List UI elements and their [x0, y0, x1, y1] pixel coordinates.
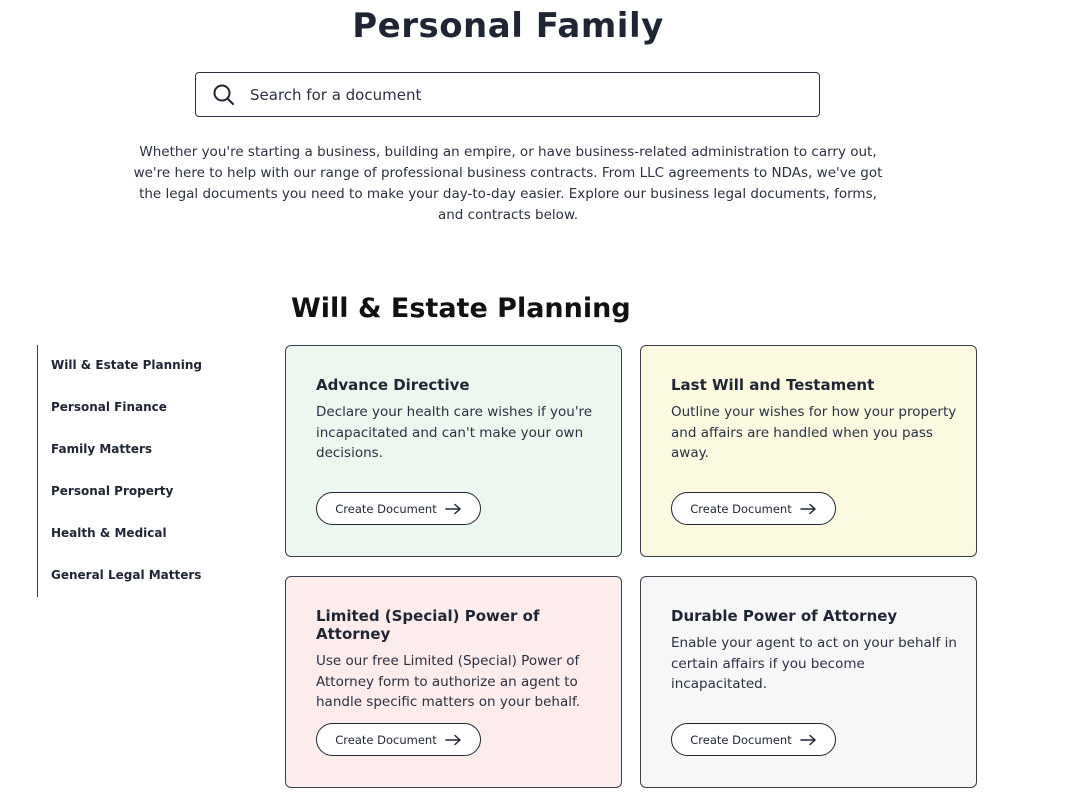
card-description: Use our free Limited (Special) Power of …	[316, 653, 581, 710]
page: Personal Family Whether you're starting …	[0, 0, 1082, 802]
card-title: Durable Power of Attorney	[671, 607, 898, 625]
search-icon	[212, 83, 236, 107]
create-document-button[interactable]: Create Document	[316, 492, 481, 525]
card-description: Declare your health care wishes if you'r…	[316, 404, 593, 461]
create-document-label: Create Document	[690, 732, 792, 747]
category-sidebar: Will & Estate Planning Personal Finance …	[37, 345, 237, 597]
create-document-button[interactable]: Create Document	[316, 723, 481, 756]
search-box[interactable]	[195, 72, 820, 117]
arrow-right-icon	[799, 734, 817, 746]
section-title: Will & Estate Planning	[291, 293, 631, 324]
create-document-label: Create Document	[335, 501, 437, 516]
document-card-limited-power-of-attorney: Limited (Special) Power of Attorney Use …	[285, 576, 622, 788]
card-description: Enable your agent to act on your behalf …	[671, 635, 957, 692]
arrow-right-icon	[444, 503, 462, 515]
sidebar-item-family-matters[interactable]: Family Matters	[38, 429, 237, 471]
create-document-label: Create Document	[690, 501, 792, 516]
card-title: Advance Directive	[316, 376, 470, 394]
card-description: Outline your wishes for how your propert…	[671, 404, 957, 461]
sidebar-item-will-estate-planning[interactable]: Will & Estate Planning	[38, 345, 237, 387]
sidebar-item-health-medical[interactable]: Health & Medical	[38, 513, 237, 555]
create-document-button[interactable]: Create Document	[671, 492, 836, 525]
create-document-label: Create Document	[335, 732, 437, 747]
search-input[interactable]	[250, 85, 790, 104]
card-title: Last Will and Testament	[671, 376, 875, 394]
document-card-last-will: Last Will and Testament Outline your wis…	[640, 345, 977, 557]
intro-text: Whether you're starting a business, buil…	[133, 144, 883, 223]
sidebar-item-personal-property[interactable]: Personal Property	[38, 471, 237, 513]
arrow-right-icon	[799, 503, 817, 515]
sidebar-item-personal-finance[interactable]: Personal Finance	[38, 387, 237, 429]
sidebar-item-general-legal-matters[interactable]: General Legal Matters	[38, 555, 237, 597]
document-card-durable-power-of-attorney: Durable Power of Attorney Enable your ag…	[640, 576, 977, 788]
create-document-button[interactable]: Create Document	[671, 723, 836, 756]
card-title: Limited (Special) Power of Attorney	[316, 607, 540, 643]
arrow-right-icon	[444, 734, 462, 746]
page-title: Personal Family	[352, 6, 664, 46]
document-card-advance-directive: Advance Directive Declare your health ca…	[285, 345, 622, 557]
